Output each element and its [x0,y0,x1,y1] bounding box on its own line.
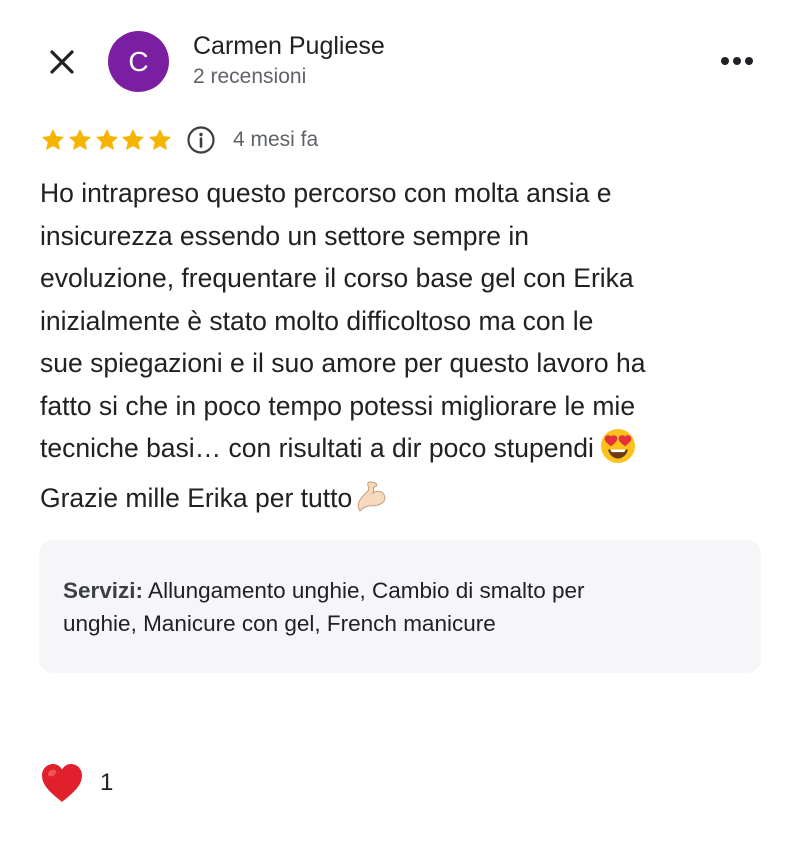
info-button[interactable] [186,125,216,155]
rating-row: 4 mesi fa [40,123,318,157]
star-icon [41,128,65,150]
close-button[interactable] [40,40,84,84]
review-date: 4 mesi fa [232,128,319,151]
review-detail-page: C Carmen Pugliese 2 recensioni 4 mesi fa… [0,0,799,857]
reaction-row: 1 [40,760,113,806]
close-icon [50,50,74,74]
review-line-with-emoji: tecniche basi… con risultati a dir poco … [40,427,762,477]
star-rating [40,127,174,153]
like-count: 1 [100,769,114,796]
like-button[interactable] [40,761,84,805]
review-line: fatto si che in poco tempo potessi migli… [40,390,636,421]
services-label: Servizi: [63,578,144,603]
star-icon [122,128,145,150]
review-line-with-emoji: Grazie mille Erika per tutto [40,477,762,527]
avatar-initial: C [128,45,149,77]
services-card: Servizi: Allungamento unghie, Cambio di … [39,540,761,673]
review-line: Ho intrapreso questo percorso con molta … [40,178,612,208]
review-text: Ho intrapreso questo percorso con molta … [40,172,762,526]
services-text: Servizi: Allungamento unghie, Cambio di … [63,575,743,640]
services-list-part: unghie, Manicure con gel, French manicur… [63,610,496,636]
info-icon [187,126,215,154]
star-icon [68,128,91,150]
services-list-part: Allungamento unghie, Cambio di smalto pe… [143,578,585,603]
author-name[interactable]: Carmen Pugliese [193,32,385,61]
more-horizontal-icon [721,57,753,65]
star-icon [149,128,172,150]
avatar[interactable]: C [108,31,169,92]
flexed-biceps-emoji [354,478,390,527]
author-review-count[interactable]: 2 recensioni [193,65,306,89]
review-line: Grazie mille Erika per tutto [40,482,353,513]
heart-eyes-emoji [600,428,636,477]
red-heart-icon [42,764,82,802]
more-options-button[interactable] [712,44,762,78]
review-line: inizialmente è stato molto difficoltoso … [40,305,594,336]
star-icon [95,128,118,150]
review-line: sue spiegazioni e il suo amore per quest… [40,348,646,378]
services-line: Servizi: Allungamento unghie, Cambio di … [63,575,743,608]
review-line: insicurezza essendo un settore sempre in [40,220,530,251]
review-line: tecniche basi… con risultati a dir poco … [40,433,594,463]
review-line: evoluzione, frequentare il corso base ge… [40,263,634,293]
